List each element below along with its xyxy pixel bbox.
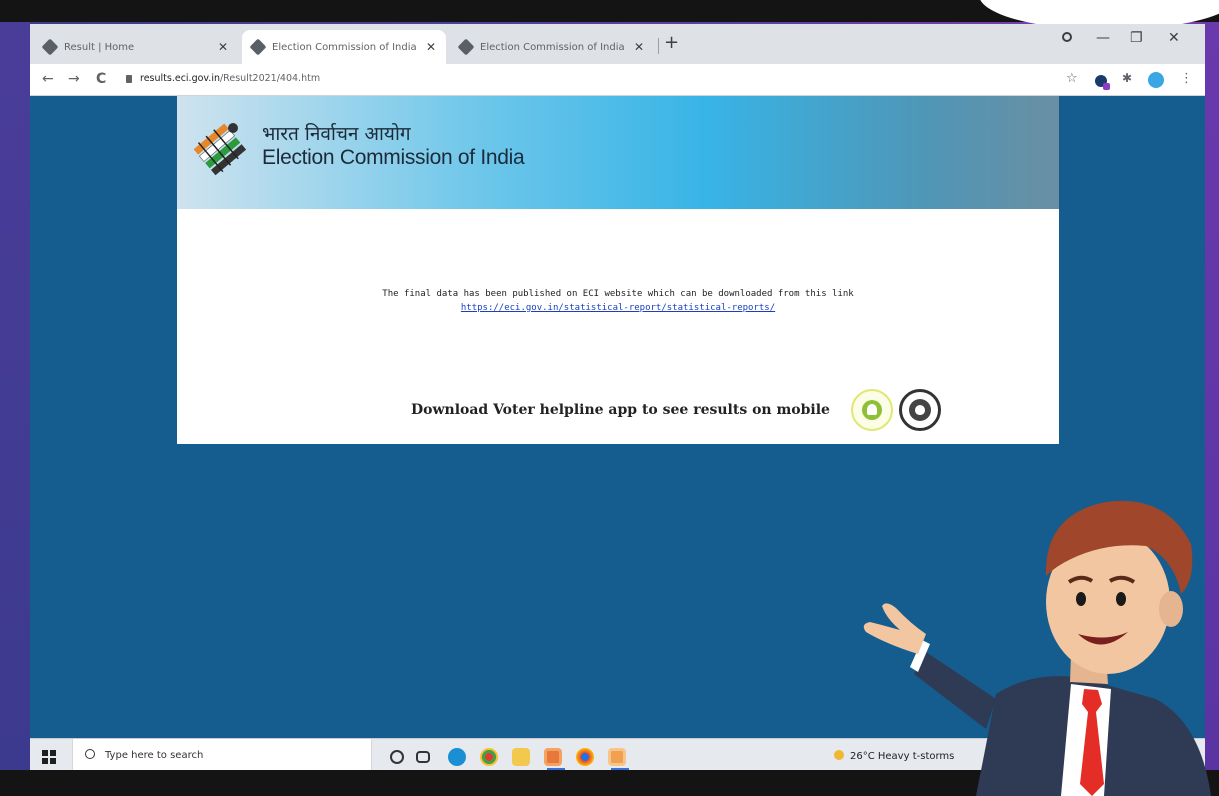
task-view-icon[interactable] — [416, 751, 430, 763]
tab-eci[interactable]: Election Commission of India ✕ — [450, 30, 654, 64]
windows-start-icon[interactable] — [42, 750, 56, 764]
edge-browser-icon[interactable] — [448, 748, 466, 766]
title-hindi: भारत निर्वाचन आयोग — [262, 123, 411, 145]
tab-separator — [658, 38, 659, 54]
close-icon[interactable]: ✕ — [426, 40, 436, 54]
sun-icon — [834, 750, 844, 760]
tab-strip: Result | Home ✕ Election Commission of I… — [30, 24, 1205, 64]
office-app-icon[interactable] — [544, 748, 565, 770]
powerpoint-icon[interactable] — [608, 748, 629, 770]
minimize-button[interactable]: — — [1096, 30, 1110, 46]
tab-eci-active[interactable]: Election Commission of India ✕ — [242, 30, 446, 64]
new-tab-button[interactable]: + — [664, 32, 679, 53]
maximize-button[interactable]: ❐ — [1130, 30, 1143, 46]
publish-message: The final data has been published on ECI… — [382, 289, 854, 299]
tab-result-home[interactable]: Result | Home ✕ — [34, 30, 238, 64]
url-field[interactable]: results.eci.gov.in/Result2021/404.htm — [140, 73, 320, 84]
title-english: Election Commission of India — [262, 146, 525, 169]
apple-icon[interactable] — [899, 389, 941, 431]
taskbar-search-box[interactable]: Type here to search — [72, 739, 372, 774]
cortana-icon[interactable] — [390, 750, 404, 764]
search-icon — [85, 749, 95, 759]
photo-frame-left — [0, 22, 30, 770]
page-card: भारत निर्वाचन आयोग Election Commission o… — [177, 96, 1059, 444]
eci-logo-icon — [193, 123, 247, 176]
android-icon[interactable] — [851, 389, 893, 431]
puzzle-icon[interactable]: ✱ — [1122, 71, 1132, 85]
close-icon[interactable]: ✕ — [634, 40, 644, 54]
eci-header-banner: भारत निर्वाचन आयोग Election Commission o… — [177, 96, 1059, 209]
bookmark-star-icon[interactable]: ☆ — [1066, 71, 1078, 86]
cartoon-presenter-image — [863, 500, 1211, 796]
eci-favicon-icon — [457, 38, 475, 56]
statistical-reports-link[interactable]: https://eci.gov.in/statistical-report/st… — [177, 303, 1059, 313]
color-app-icon[interactable] — [480, 748, 498, 773]
address-toolbar: ← → C results.eci.gov.in/Result2021/404.… — [30, 64, 1205, 96]
forward-button[interactable]: → — [68, 71, 80, 87]
chrome-icon[interactable] — [576, 748, 594, 773]
back-button[interactable]: ← — [42, 71, 54, 87]
eci-favicon-icon — [249, 38, 267, 56]
extension-icon[interactable] — [1095, 75, 1110, 90]
menu-icon[interactable]: ⋮ — [1180, 71, 1193, 86]
eci-favicon-icon — [41, 38, 59, 56]
profile-icon[interactable] — [1148, 72, 1164, 88]
lock-icon — [126, 75, 132, 83]
download-app-text: Download Voter helpline app to see resul… — [411, 402, 830, 418]
file-explorer-icon[interactable] — [512, 748, 530, 773]
close-icon[interactable]: ✕ — [218, 40, 228, 54]
reload-button[interactable]: C — [96, 71, 106, 87]
close-window-button[interactable]: ✕ — [1168, 30, 1180, 46]
circle-indicator-icon[interactable] — [1062, 32, 1072, 42]
